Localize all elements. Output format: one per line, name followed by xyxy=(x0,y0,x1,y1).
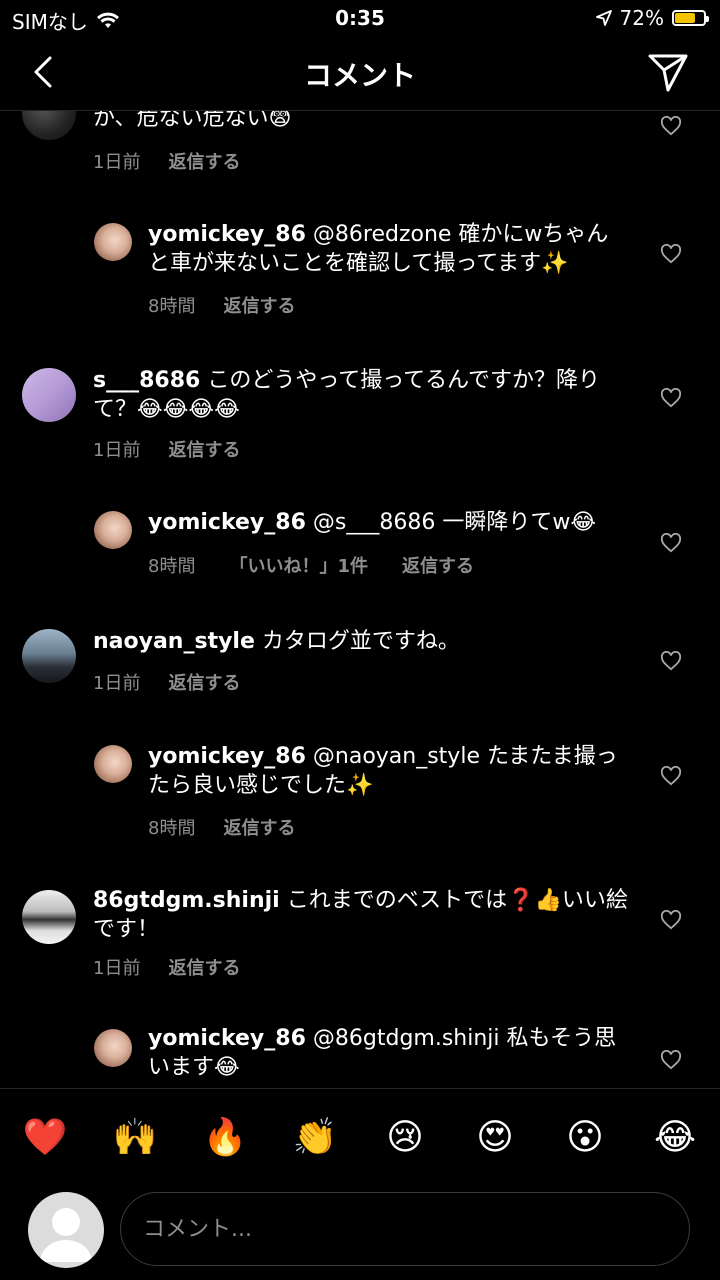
comment-text: s___8686 このどうやって撮ってるんですか？降りて？😂😂😂😂 xyxy=(93,366,613,424)
avatar[interactable] xyxy=(94,745,132,783)
location-arrow-icon xyxy=(595,10,612,26)
battery-percent: 72% xyxy=(619,6,664,30)
comment-message: @s___8686 一瞬降りてw😂 xyxy=(312,510,597,535)
comment-message: か、危ない危ない😨 xyxy=(93,110,292,131)
avatar[interactable] xyxy=(22,110,76,140)
heart-icon[interactable] xyxy=(660,244,682,264)
comment-text: か、危ない危ない😨 xyxy=(93,110,613,133)
reply-button[interactable]: 返信する xyxy=(223,292,295,318)
comment-text: yomickey_86 @86gtdgm.shinji 私もそう思います😂 xyxy=(148,1024,628,1082)
comment-meta: 8時間 返信する xyxy=(148,814,295,840)
comment-time: 1日前 xyxy=(93,673,141,694)
reply-button[interactable]: 返信する xyxy=(223,814,295,840)
comment-text: yomickey_86 @86redzone 確かにwちゃんと車が来ないことを確… xyxy=(148,220,618,278)
comments-list[interactable]: か、危ない危ない😨 1日前 返信する yomickey_86 @86redzon… xyxy=(0,110,720,1088)
comment-time: 8時間 xyxy=(148,296,196,317)
heart-icon[interactable] xyxy=(660,766,682,786)
battery-fill xyxy=(675,13,695,23)
comment-item: か、危ない危ない😨 1日前 返信する xyxy=(0,110,720,190)
status-bar: SIMなし 0:35 72% xyxy=(0,0,720,36)
reply-button[interactable]: 返信する xyxy=(168,954,240,980)
comment-time: 8時間 xyxy=(148,818,196,839)
comment-text: yomickey_86 @s___8686 一瞬降りてw😂 xyxy=(148,508,628,537)
comment-text: yomickey_86 @naoyan_style たまたま撮ったら良い感じでし… xyxy=(148,742,618,800)
page-title: コメント xyxy=(303,59,416,92)
username[interactable]: yomickey_86 xyxy=(148,744,306,769)
avatar[interactable] xyxy=(94,1029,132,1067)
status-right: 72% xyxy=(595,6,709,30)
username[interactable]: yomickey_86 xyxy=(148,1026,306,1051)
emoji-bar: ❤️ 🙌 🔥 👏 😢 😍 😮 😂 xyxy=(0,1088,720,1185)
heart-icon[interactable] xyxy=(660,388,682,408)
avatar[interactable] xyxy=(22,890,76,944)
send-direct-icon[interactable] xyxy=(646,50,690,94)
comment-meta: 1日前 返信する xyxy=(93,436,240,462)
emoji-fire-button[interactable]: 🔥 xyxy=(195,1116,255,1158)
comment-item: s___8686 このどうやって撮ってるんですか？降りて？😂😂😂😂 1日前 返信… xyxy=(0,366,720,476)
comment-item: 86gtdgm.shinji これまでのベストでは❓👍いい絵です！ 1日前 返信… xyxy=(0,886,720,996)
comment-meta: 8時間 「いいね！」1件 返信する xyxy=(148,552,474,578)
avatar[interactable] xyxy=(22,368,76,422)
reply-item: yomickey_86 @86redzone 確かにwちゃんと車が来ないことを確… xyxy=(0,220,720,330)
comment-time: 8時間 xyxy=(148,556,196,577)
emoji-clap-button[interactable]: 👏 xyxy=(285,1116,345,1158)
comment-time: 1日前 xyxy=(93,958,141,979)
comment-meta: 1日前 返信する xyxy=(93,148,240,174)
emoji-crying-button[interactable]: 😢 xyxy=(375,1117,435,1158)
reply-item: yomickey_86 @naoyan_style たまたま撮ったら良い感じでし… xyxy=(0,742,720,852)
comment-time: 1日前 xyxy=(93,440,141,461)
battery-icon xyxy=(672,10,709,26)
reply-button[interactable]: 返信する xyxy=(168,148,240,174)
comment-meta: 1日前 返信する xyxy=(93,669,240,695)
reply-item: yomickey_86 @86gtdgm.shinji 私もそう思います😂 xyxy=(0,1024,720,1088)
username[interactable]: yomickey_86 xyxy=(148,222,306,247)
avatar[interactable] xyxy=(22,629,76,683)
nav-bar: コメント xyxy=(0,36,720,111)
comment-message: カタログ並ですね。 xyxy=(261,629,460,654)
reply-item: yomickey_86 @s___8686 一瞬降りてw😂 8時間 「いいね！」… xyxy=(0,508,720,598)
heart-icon[interactable] xyxy=(660,533,682,553)
username[interactable]: yomickey_86 xyxy=(148,510,306,535)
emoji-raised-hands-button[interactable]: 🙌 xyxy=(105,1116,165,1158)
default-avatar-icon xyxy=(40,1208,92,1262)
comment-text: naoyan_style カタログ並ですね。 xyxy=(93,627,633,656)
username[interactable]: naoyan_style xyxy=(93,629,255,654)
comment-item: naoyan_style カタログ並ですね。 1日前 返信する xyxy=(0,627,720,717)
username[interactable]: s___8686 xyxy=(93,368,200,393)
comment-composer xyxy=(0,1184,720,1280)
emoji-heart-button[interactable]: ❤️ xyxy=(15,1116,75,1158)
comment-time: 1日前 xyxy=(93,152,141,173)
comment-text: 86gtdgm.shinji これまでのベストでは❓👍いい絵です！ xyxy=(93,886,633,944)
reply-button[interactable]: 返信する xyxy=(402,552,474,578)
my-avatar xyxy=(28,1192,104,1268)
heart-icon[interactable] xyxy=(660,910,682,930)
heart-icon[interactable] xyxy=(660,651,682,671)
avatar[interactable] xyxy=(94,511,132,549)
likes-count[interactable]: 「いいね！」1件 xyxy=(229,552,368,578)
emoji-heart-eyes-button[interactable]: 😍 xyxy=(465,1117,525,1158)
comment-meta: 1日前 返信する xyxy=(93,954,240,980)
heart-icon[interactable] xyxy=(660,116,682,136)
username[interactable]: 86gtdgm.shinji xyxy=(93,888,280,913)
comment-meta: 8時間 返信する xyxy=(148,292,295,318)
emoji-surprised-button[interactable]: 😮 xyxy=(555,1117,615,1158)
emoji-laugh-button[interactable]: 😂 xyxy=(645,1117,705,1158)
reply-button[interactable]: 返信する xyxy=(168,669,240,695)
avatar[interactable] xyxy=(94,223,132,261)
reply-button[interactable]: 返信する xyxy=(168,436,240,462)
heart-icon[interactable] xyxy=(660,1050,682,1070)
comment-input[interactable] xyxy=(120,1192,690,1266)
